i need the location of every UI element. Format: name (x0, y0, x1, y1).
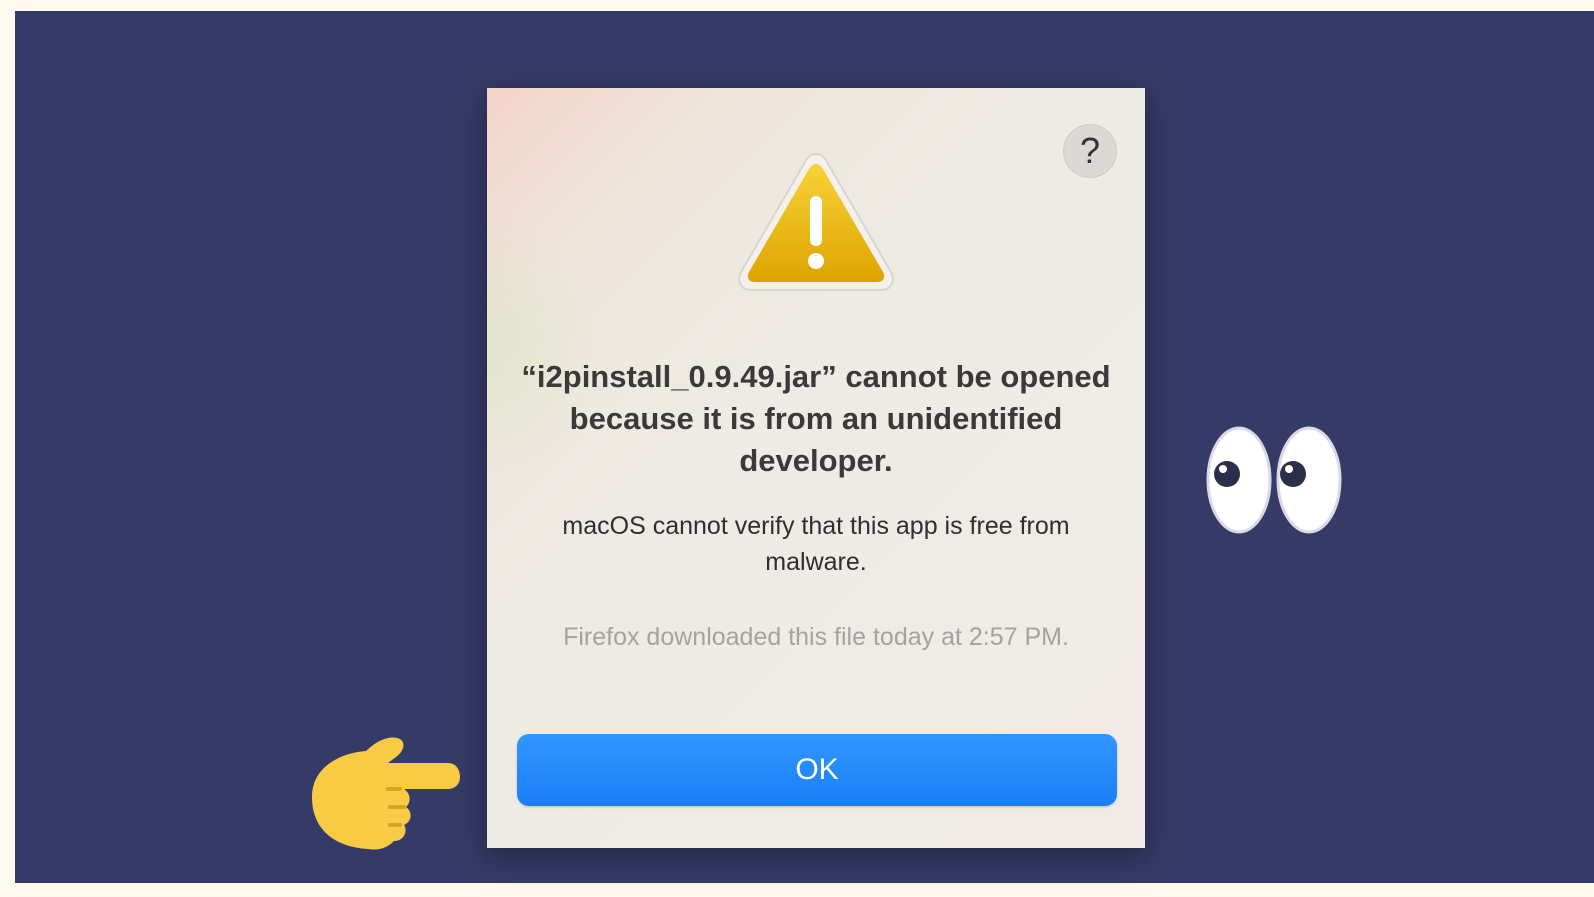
ok-button-label: OK (795, 753, 839, 786)
pointing-right-hand-icon (312, 737, 460, 850)
desktop-background: ? “i2pinstall_0.9.49.jar” cannot be open… (15, 11, 1594, 883)
help-button-label: ? (1079, 130, 1101, 171)
ok-button[interactable]: OK (517, 734, 1117, 806)
security-alert-dialog: ? “i2pinstall_0.9.49.jar” cannot be open… (487, 88, 1145, 848)
warning-triangle-icon (738, 152, 894, 291)
help-button[interactable]: ? (1063, 124, 1117, 178)
dialog-message: macOS cannot verify that this app is fre… (562, 512, 1070, 576)
download-source-note: Firefox downloaded this file today at 2:… (563, 623, 1069, 651)
eyes-emoji-icon (1206, 426, 1342, 534)
dialog-title: “i2pinstall_0.9.49.jar” cannot be opened… (521, 359, 1111, 478)
